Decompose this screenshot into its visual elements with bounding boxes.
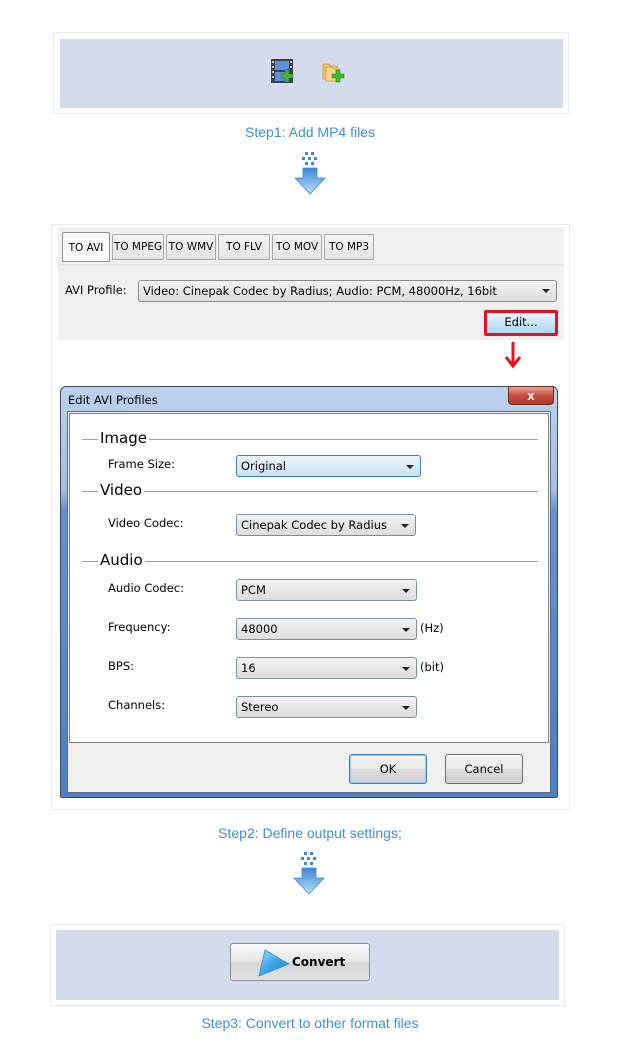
frequency-label: Frequency: (108, 620, 171, 634)
chevron-down-icon (401, 524, 409, 528)
video-codec-value: Cinepak Codec by Radius (241, 518, 387, 532)
audio-codec-select[interactable]: PCM (236, 579, 417, 601)
chevron-down-icon (402, 667, 410, 671)
avi-profile-label: AVI Profile: (65, 283, 127, 297)
dialog-title: Edit AVI Profiles (68, 393, 158, 407)
folder-add-icon (322, 63, 345, 83)
play-icon (258, 949, 290, 977)
bps-unit: (bit) (420, 660, 444, 674)
video-group-line (82, 491, 538, 492)
add-folder-button[interactable] (321, 59, 347, 85)
tab-divider (58, 264, 564, 265)
step2-caption: Step2: Define output settings; (218, 825, 402, 841)
tab-to-wmv[interactable]: TO WMV (166, 234, 216, 260)
dialog-content: Image Frame Size: Original Video Video C… (69, 413, 549, 743)
audio-codec-label: Audio Codec: (108, 581, 184, 595)
bps-value: 16 (241, 661, 256, 675)
avi-profile-select[interactable]: Video: Cinepak Codec by Radius; Audio: P… (138, 280, 557, 302)
frequency-value: 48000 (241, 622, 278, 636)
frame-size-label: Frame Size: (108, 457, 175, 471)
tab-to-mp3[interactable]: TO MP3 (324, 234, 374, 260)
bps-select[interactable]: 16 (236, 657, 417, 679)
chevron-down-icon (542, 289, 550, 293)
tab-to-avi[interactable]: TO AVI (62, 232, 110, 262)
step1-toolbar (60, 39, 563, 108)
step3-caption: Step3: Convert to other format files (201, 1015, 419, 1031)
frame-size-value: Original (241, 459, 287, 473)
frame-size-select[interactable]: Original (236, 455, 421, 477)
chevron-down-icon (406, 465, 414, 469)
bps-label: BPS: (108, 659, 134, 673)
convert-label: Convert (292, 955, 346, 969)
down-arrow-icon (294, 152, 326, 195)
video-codec-select[interactable]: Cinepak Codec by Radius (236, 514, 416, 536)
dialog-body: Image Frame Size: Original Video Video C… (67, 411, 551, 793)
tab-to-mov[interactable]: TO MOV (272, 234, 322, 260)
edit-profile-button[interactable]: Edit... (484, 310, 558, 336)
channels-label: Channels: (108, 698, 166, 712)
dialog-close-button[interactable]: x (508, 386, 554, 405)
group-title-video: Video (98, 481, 145, 499)
ok-button[interactable]: OK (349, 754, 427, 784)
add-video-file-button[interactable] (270, 58, 296, 84)
chevron-down-icon (402, 589, 410, 593)
audio-group-line (82, 561, 538, 562)
step1-frame (53, 32, 569, 114)
step1-caption: Step1: Add MP4 files (245, 124, 375, 140)
group-title-image: Image (98, 429, 149, 447)
convert-button[interactable]: Convert (230, 943, 370, 981)
close-icon: x (527, 388, 535, 403)
chevron-down-icon (402, 628, 410, 632)
down-arrow-icon (293, 852, 325, 895)
tab-to-mpeg[interactable]: TO MPEG (112, 234, 164, 260)
channels-value: Stereo (241, 700, 279, 714)
chevron-down-icon (402, 706, 410, 710)
red-down-arrow-icon (504, 342, 522, 369)
frequency-unit: (Hz) (420, 621, 444, 635)
edit-avi-profiles-dialog: Edit AVI Profiles x Image Frame Size: Or… (60, 386, 558, 798)
group-title-audio: Audio (98, 551, 145, 569)
tab-to-flv[interactable]: TO FLV (218, 234, 270, 260)
film-add-icon (271, 59, 294, 83)
avi-profile-value: Video: Cinepak Codec by Radius; Audio: P… (143, 284, 497, 298)
cancel-button[interactable]: Cancel (445, 754, 523, 784)
video-codec-label: Video Codec: (108, 516, 184, 530)
image-group-line (82, 439, 538, 440)
channels-select[interactable]: Stereo (236, 696, 417, 718)
audio-codec-value: PCM (241, 583, 266, 597)
frequency-select[interactable]: 48000 (236, 618, 417, 640)
